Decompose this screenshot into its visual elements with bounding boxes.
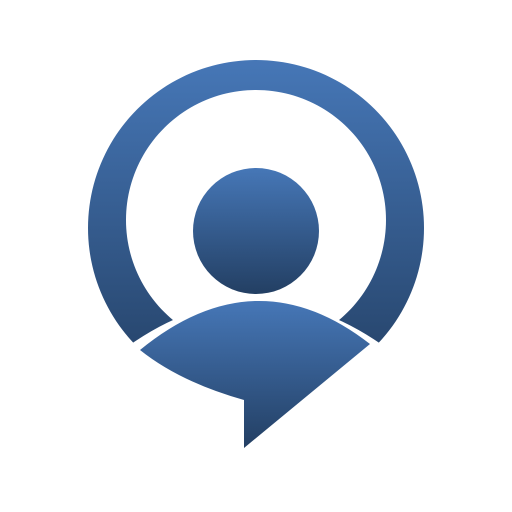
user-chat-bubble-icon: [88, 60, 425, 448]
person-head: [193, 168, 319, 294]
app-icon-canvas: [0, 0, 512, 512]
